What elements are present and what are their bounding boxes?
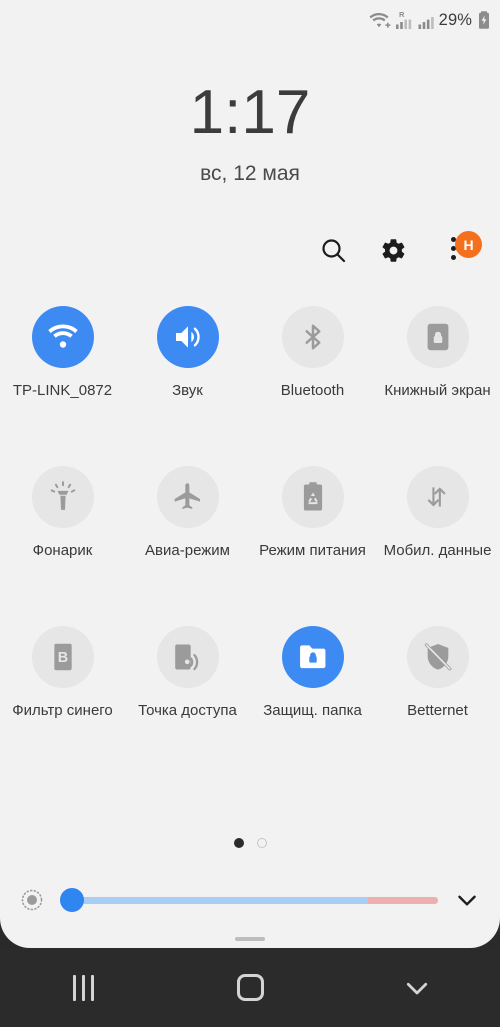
battery-charging-icon [477, 10, 491, 30]
clock-time[interactable]: 1:17 [0, 82, 500, 144]
brightness-icon [18, 886, 46, 914]
home-glyph [236, 974, 264, 1001]
power-saving-icon [281, 466, 344, 528]
tile-label: TP-LINK_0872 [12, 382, 113, 399]
quick-settings-panel: R 29% 1:17 вс, 12 мая H TP-LINK_0872 Зву… [0, 0, 500, 948]
tile-wifi[interactable]: TP-LINK_0872 [0, 300, 125, 460]
clock-date[interactable]: вс, 12 мая [0, 162, 500, 186]
tile-blue-light-filter[interactable]: B Фильтр синего [0, 620, 125, 780]
navigation-bar [0, 948, 500, 1027]
brightness-row [0, 880, 500, 920]
signal-bars-roaming-icon: R [395, 10, 414, 30]
tile-betternet[interactable]: Betternet [375, 620, 500, 780]
page-indicator [0, 838, 500, 848]
wifi-icon [31, 306, 94, 368]
tile-portrait-lock[interactable]: Книжный экран [375, 300, 500, 460]
panel-drag-handle[interactable] [235, 937, 265, 941]
portrait-lock-icon [406, 306, 469, 368]
tile-bluetooth[interactable]: Bluetooth [250, 300, 375, 460]
status-bar: R 29% [0, 0, 500, 40]
tile-label: Мобил. данные [383, 542, 492, 559]
tile-hotspot[interactable]: Точка доступа [125, 620, 250, 780]
hotspot-icon [156, 626, 219, 688]
chevron-down-icon[interactable] [452, 885, 482, 915]
tile-mobile-data[interactable]: Мобил. данные [375, 460, 500, 620]
flashlight-icon [31, 466, 94, 528]
tile-flashlight[interactable]: Фонарик [0, 460, 125, 620]
blue-light-filter-icon: B [31, 626, 94, 688]
tile-label: Фонарик [32, 542, 93, 559]
signal-bars-icon [418, 10, 434, 30]
collapse-chevron-icon[interactable] [333, 948, 500, 1027]
tile-secure-folder[interactable]: Защищ. папка [250, 620, 375, 780]
avatar[interactable]: H [455, 231, 482, 258]
slider-track [60, 896, 438, 904]
clock-block[interactable]: 1:17 вс, 12 мая [0, 82, 500, 186]
tile-label: Точка доступа [138, 702, 237, 719]
tile-label: Режим питания [259, 542, 366, 559]
recents-glyph [72, 974, 94, 1001]
tile-label: Книжный экран [384, 382, 491, 399]
tile-label: Betternet [407, 702, 468, 719]
battery-percentage: 29% [438, 10, 472, 29]
quick-settings-actions: H [0, 230, 500, 270]
tile-sound[interactable]: Звук [125, 300, 250, 460]
secure-folder-icon [281, 626, 344, 688]
recents-icon[interactable] [0, 948, 167, 1027]
home-icon[interactable] [167, 948, 334, 1027]
overflow-menu-icon[interactable]: H [440, 230, 482, 270]
tile-label: Защищ. папка [263, 702, 362, 719]
tile-label: Bluetooth [280, 382, 345, 399]
page-dot-2[interactable] [256, 838, 267, 848]
slider-thumb[interactable] [60, 888, 84, 912]
tile-power-mode[interactable]: Режим питания [250, 460, 375, 620]
search-icon[interactable] [320, 237, 347, 264]
airplane-icon [156, 466, 219, 528]
tile-airplane-mode[interactable]: Авиа-режим [125, 460, 250, 620]
quick-settings-tiles: TP-LINK_0872 Звук Bluetooth Книжный экра… [0, 300, 500, 780]
svg-text:B: B [57, 650, 67, 666]
bluetooth-icon [281, 306, 344, 368]
shield-off-icon [406, 626, 469, 688]
phone-screen: R 29% 1:17 вс, 12 мая H TP-LINK_0872 Зву… [0, 0, 500, 1027]
page-dot-1[interactable] [233, 838, 244, 848]
tile-label: Авиа-режим [145, 542, 230, 559]
mobile-data-icon [406, 466, 469, 528]
svg-text:R: R [399, 10, 405, 19]
brightness-slider[interactable] [60, 886, 438, 914]
tile-label: Звук [172, 382, 203, 399]
wifi-plus-icon [369, 11, 391, 30]
slider-track-limit [368, 896, 438, 904]
gear-icon[interactable] [380, 237, 407, 264]
tile-label: Фильтр синего [12, 702, 113, 719]
volume-icon [156, 306, 219, 368]
